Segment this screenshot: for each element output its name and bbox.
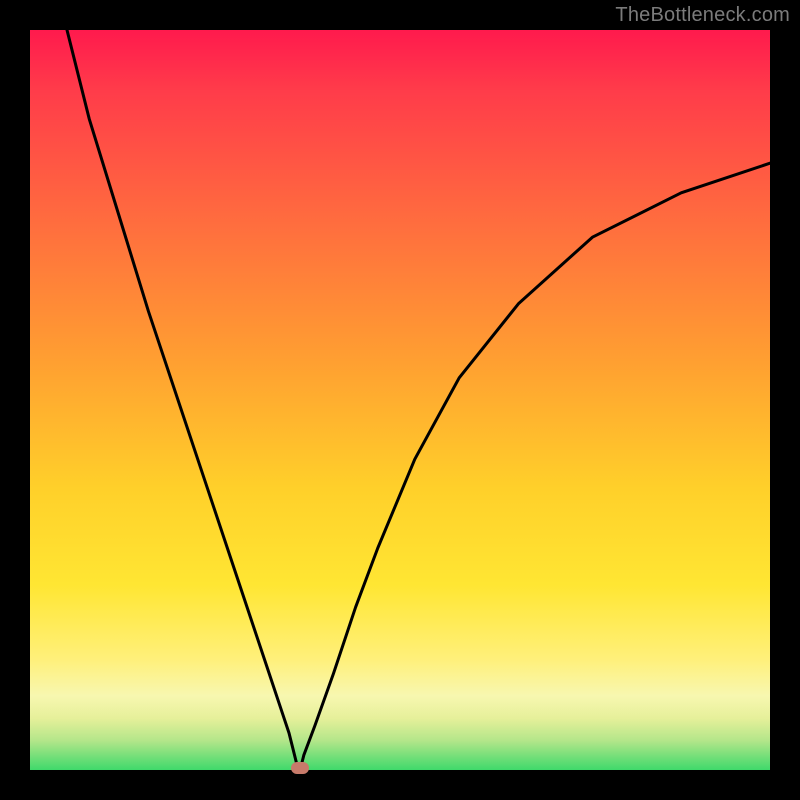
watermark-text: TheBottleneck.com — [615, 4, 790, 27]
curve-layer — [30, 30, 770, 770]
bottleneck-curve — [67, 30, 770, 770]
plot-area — [30, 30, 770, 770]
chart-frame: TheBottleneck.com — [0, 0, 800, 800]
optimum-marker — [291, 762, 309, 774]
